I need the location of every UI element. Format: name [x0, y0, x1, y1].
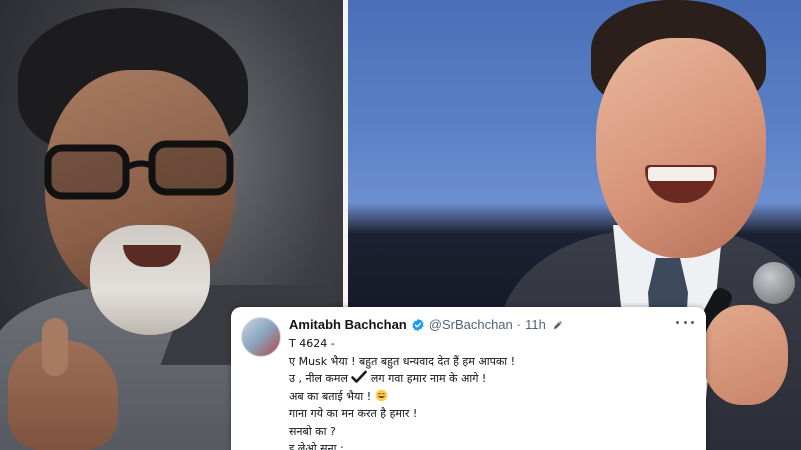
tweet-line-5: गाना गये का मन करत है हमार ! [289, 407, 418, 420]
tweet-line-3: उ , नील कमल लग गवा हमार नाम के आगे ! [289, 370, 689, 388]
tweet-time[interactable]: 11h [525, 317, 546, 332]
collage-image: Amitabh Bachchan @SrBachchan · 11h T 462… [0, 0, 801, 450]
eyeglasses [44, 140, 234, 200]
right-person-teeth [648, 167, 714, 181]
author-name[interactable]: Amitabh Bachchan [289, 317, 407, 332]
avatar[interactable] [241, 317, 281, 357]
tweet-line-2: ए Musk भैया ! बहुत बहुत धन्यवाद देत हैं … [289, 354, 516, 368]
tweet-text: T 4624 - ए Musk भैया ! बहुत बहुत धन्यवाद… [289, 335, 689, 450]
edit-icon [553, 320, 562, 329]
tweet-line-3b: लग गवा हमार नाम के आगे ! [370, 372, 487, 385]
right-person-hand [703, 305, 788, 405]
tweet-line-6: सनबो का ? [289, 424, 336, 438]
more-icon[interactable] [676, 317, 694, 327]
tweet-line-1: T 4624 - [289, 337, 335, 350]
tweet-line-4: अब का बताई भैया ! [289, 388, 689, 406]
microphone-icon [753, 262, 795, 304]
tweet-line-3a: उ , नील कमल [289, 372, 348, 385]
left-person-beard [90, 225, 210, 335]
separator-dot: · [516, 317, 522, 332]
check-mark-icon [351, 370, 368, 383]
right-person-face [596, 38, 766, 258]
tweet-line-7: इ लेओ सुना : [289, 442, 344, 450]
tweet-header: Amitabh Bachchan @SrBachchan · 11h [289, 317, 564, 332]
grin-emoji-icon [375, 389, 387, 401]
tweet-line-4-text: अब का बताई भैया ! [289, 389, 372, 403]
verified-badge-icon [412, 318, 424, 331]
tweet-card: Amitabh Bachchan @SrBachchan · 11h T 462… [231, 307, 706, 450]
pointing-finger [42, 318, 68, 376]
author-handle[interactable]: @SrBachchan [429, 317, 513, 332]
